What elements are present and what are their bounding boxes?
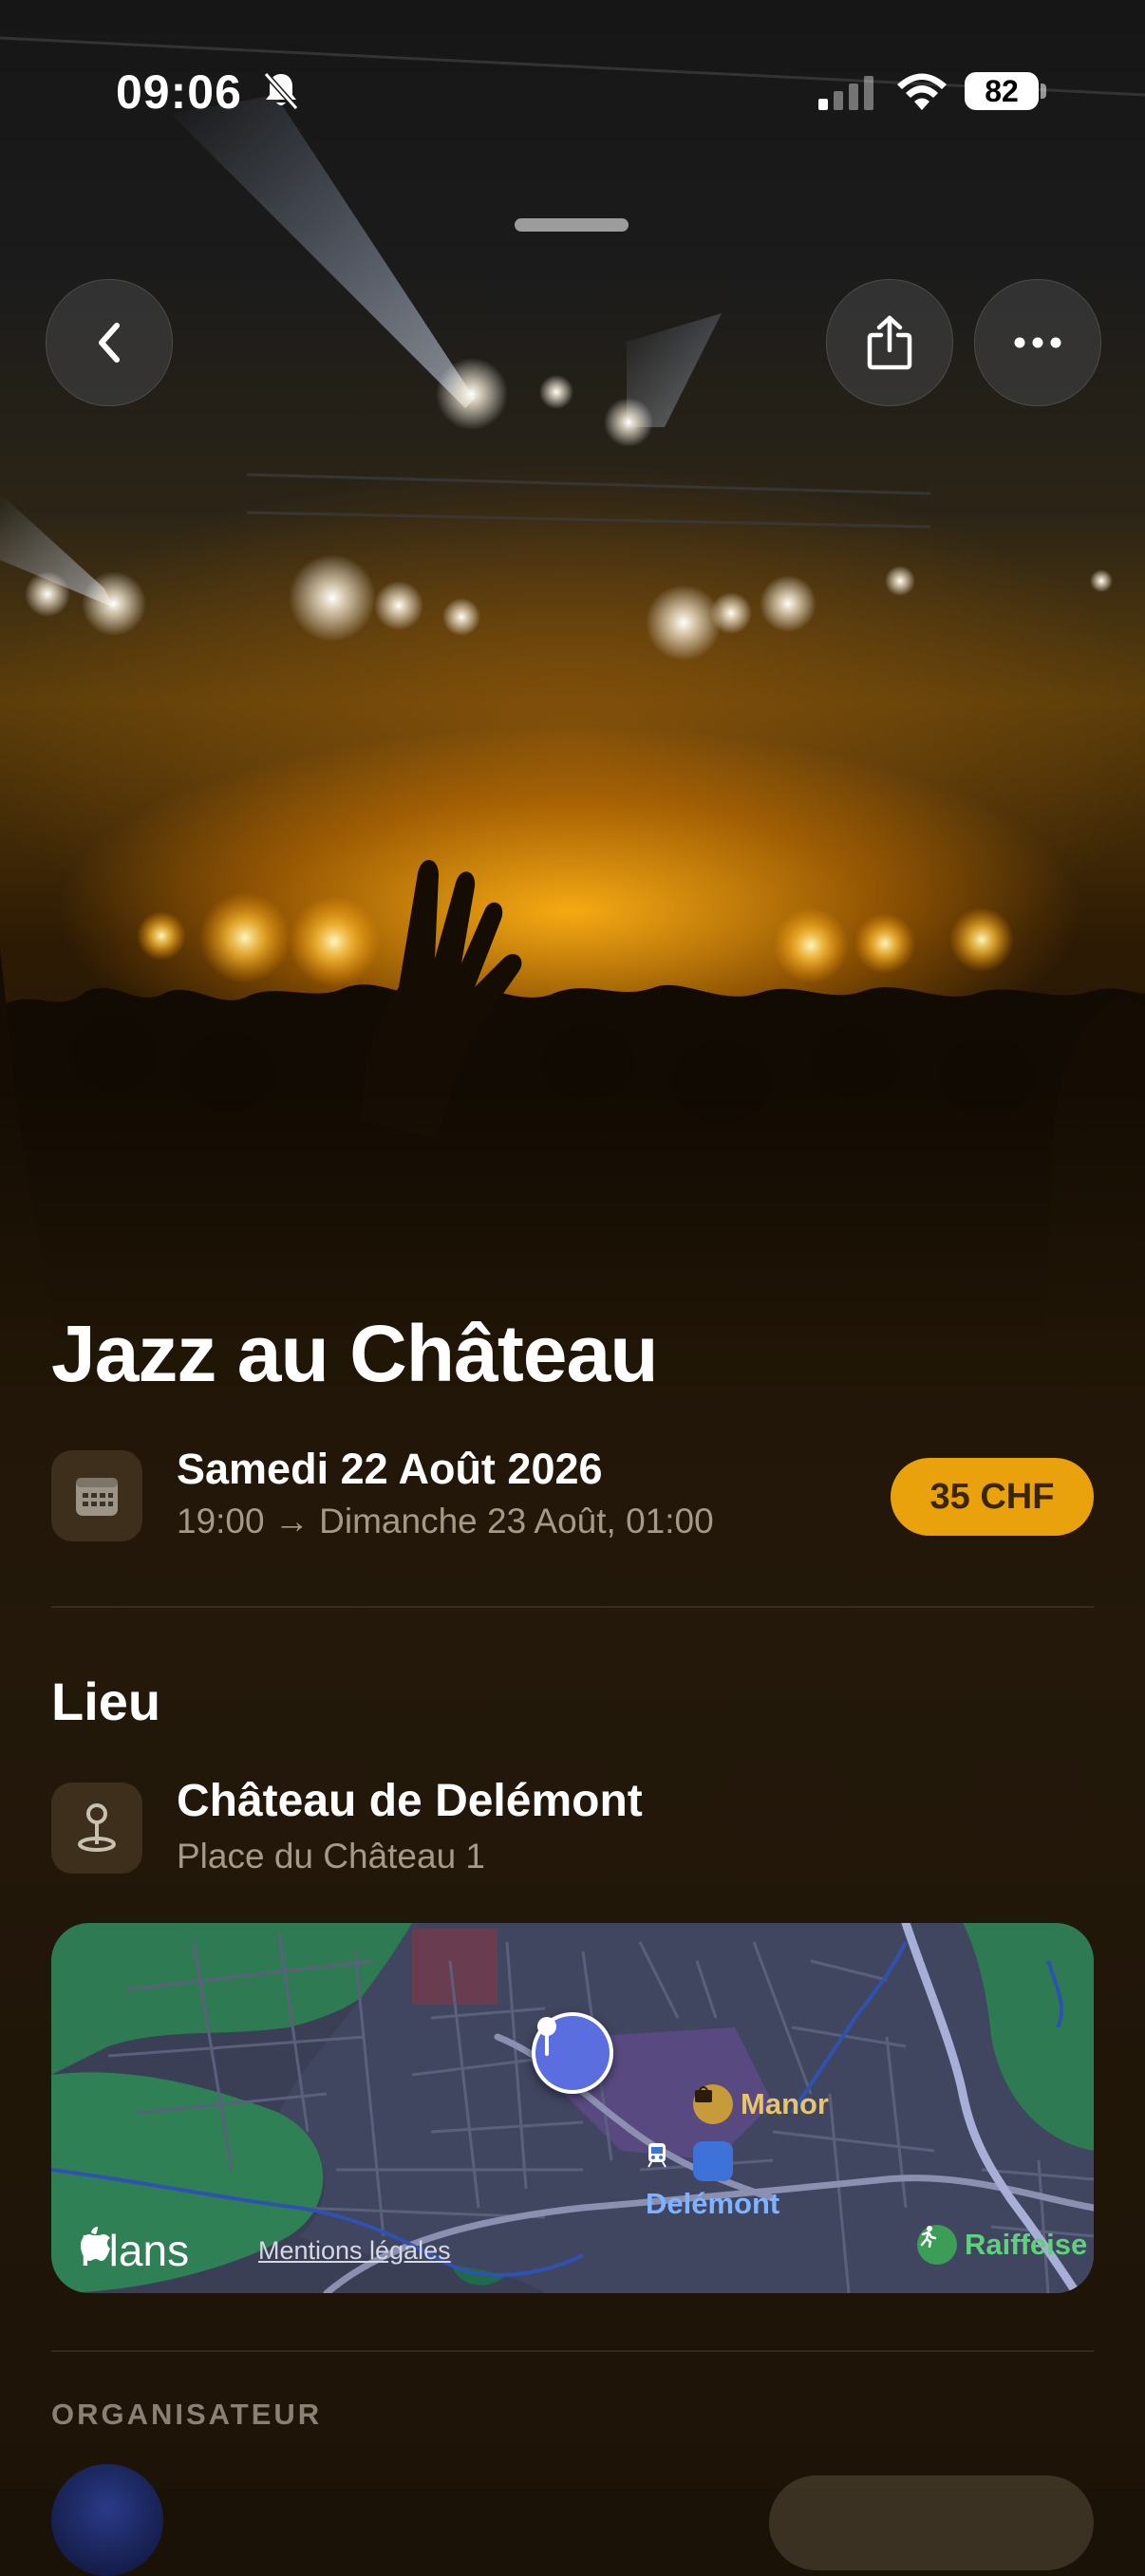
running-icon <box>917 2225 957 2265</box>
poi-station[interactable]: Delémont <box>646 2141 779 2221</box>
battery-tip <box>1041 84 1046 99</box>
train-icon <box>648 2141 733 2181</box>
legal-notice-link[interactable]: Mentions légales <box>258 2236 451 2266</box>
venue-icon-box <box>51 1783 142 1874</box>
organizer-section-label: ORGANISATEUR <box>51 2398 323 2431</box>
calendar-icon <box>76 1478 118 1516</box>
chevron-left-icon <box>99 323 120 363</box>
divider <box>51 2350 1094 2352</box>
event-time-range: 19:00 → Dimanche 23 Août, 01:00 <box>177 1502 714 1540</box>
ellipsis-icon <box>1014 337 1061 348</box>
apple-logo-icon <box>81 2227 110 2261</box>
shopping-bag-icon <box>693 2084 733 2124</box>
share-button[interactable] <box>826 279 953 406</box>
poi-manor-label: Manor <box>741 2087 829 2120</box>
organizer-avatar[interactable] <box>51 2464 163 2576</box>
venue-name[interactable]: Château de Delémont <box>177 1775 643 1827</box>
cellular-signal-icon <box>818 76 873 110</box>
map-pin-icon <box>78 1803 116 1852</box>
status-time: 09:06 <box>116 65 242 119</box>
organizer-action-button[interactable] <box>769 2475 1094 2570</box>
poi-raiffeisen[interactable]: Raiffeise <box>917 2225 1087 2265</box>
bell-slash-icon <box>263 72 299 110</box>
pin-icon <box>537 2017 556 2056</box>
divider <box>51 1606 1094 1608</box>
poi-raiffeisen-label: Raiffeise <box>965 2228 1088 2261</box>
event-date: Samedi 22 Août 2026 <box>177 1445 603 1493</box>
venue-address: Place du Château 1 <box>177 1837 486 1876</box>
battery-icon: 82 <box>965 72 1039 110</box>
price-badge[interactable]: 35 CHF <box>891 1458 1094 1536</box>
poi-station-label: Delémont <box>646 2187 780 2220</box>
wifi-icon <box>897 73 947 110</box>
sheet-grabber[interactable] <box>515 218 629 232</box>
date-icon-box <box>51 1450 142 1541</box>
more-options-button[interactable] <box>974 279 1101 406</box>
venue-map[interactable]: Manor Delémont Raiffeise Plans Mentions … <box>51 1923 1094 2293</box>
share-icon <box>867 315 912 370</box>
venue-map-pin[interactable] <box>532 2012 613 2094</box>
back-button[interactable] <box>46 279 173 406</box>
event-title: Jazz au Château <box>51 1309 659 1398</box>
venue-section-title: Lieu <box>51 1671 161 1731</box>
poi-manor[interactable]: Manor <box>693 2084 829 2124</box>
apple-maps-logo: Plans <box>80 2225 189 2276</box>
